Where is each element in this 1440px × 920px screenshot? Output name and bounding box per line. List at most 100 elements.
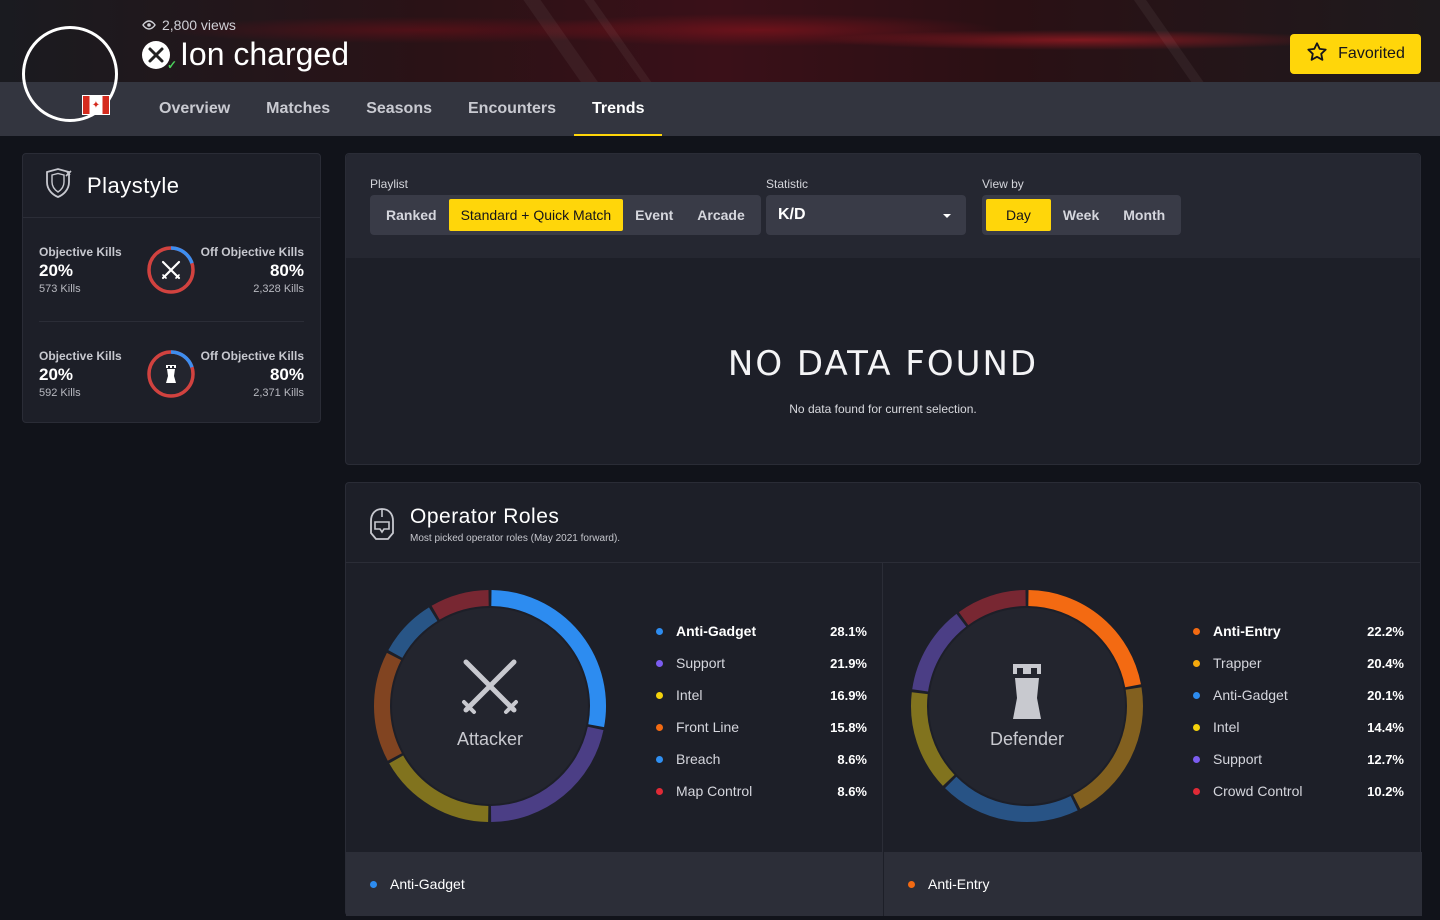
stat-kills: 2,371 Kills (253, 387, 304, 399)
viewby-selector: Day Week Month (982, 195, 1182, 235)
defender-donut-chart: Defender (911, 590, 1143, 822)
legend-item: Breach 8.6% (656, 743, 870, 775)
legend-value: 28.1% (830, 623, 867, 639)
legend-value: 15.8% (830, 719, 867, 735)
legend-name: Front Line (676, 719, 740, 735)
defender-top-role[interactable]: Anti-Entry (883, 852, 1421, 916)
statistic-value: K/D (778, 206, 806, 223)
statistic-label: Statistic (766, 177, 809, 191)
viewby-option-day[interactable]: Day (986, 199, 1051, 231)
xbox-icon: ✓ (142, 40, 177, 72)
roles-footer: Anti-Gadget Anti-Entry (346, 852, 1422, 916)
tab-overview[interactable]: Overview (141, 82, 248, 136)
legend-name: Trapper (1213, 655, 1262, 671)
view-count-text: 2,800 views (162, 17, 236, 33)
legend-value: 20.1% (1367, 687, 1404, 703)
favorite-label: Favorited (1338, 45, 1405, 62)
top-role-name: Anti-Gadget (390, 876, 465, 892)
legend-name: Support (1213, 751, 1263, 767)
legend-item: Anti-Entry 22.2% (1193, 615, 1407, 647)
operator-roles-card: Operator Roles Most picked operator role… (345, 482, 1422, 916)
playlist-option-standard[interactable]: Standard + Quick Match (448, 199, 624, 231)
legend-item: Crowd Control 10.2% (1193, 775, 1407, 807)
player-title: ✓ Ion charged (142, 36, 349, 73)
stat-percent: 20% (39, 261, 74, 280)
viewby-option-month[interactable]: Month (1111, 199, 1177, 231)
tab-trends[interactable]: Trends (574, 82, 663, 136)
attacker-donut-chart: Attacker (374, 590, 606, 822)
legend-dot (1193, 723, 1200, 731)
legend-name: Intel (1213, 719, 1240, 735)
no-data-title: NO DATA FOUND (727, 344, 1039, 384)
legend-value: 12.7% (1367, 751, 1404, 767)
favorite-button[interactable]: Favorited (1290, 34, 1421, 74)
legend-name: Intel (676, 687, 703, 703)
legend-dot (1193, 755, 1200, 763)
legend-value: 22.2% (1367, 623, 1404, 639)
legend-item: Support 12.7% (1193, 743, 1407, 775)
shield-sword-icon (41, 166, 75, 205)
legend-dot (1193, 691, 1200, 699)
top-role-name: Anti-Entry (928, 876, 990, 892)
legend-name: Anti-Entry (1213, 623, 1281, 639)
legend-name: Breach (676, 751, 721, 767)
legend-value: 16.9% (830, 687, 867, 703)
legend-item: Anti-Gadget 20.1% (1193, 679, 1407, 711)
legend-name: Anti-Gadget (1213, 687, 1288, 703)
stat-label: Objective Kills (39, 245, 122, 259)
legend-item: Anti-Gadget 28.1% (656, 615, 870, 647)
legend-dot (1193, 787, 1200, 795)
profile-tabs: Overview Matches Seasons Encounters Tren… (141, 82, 663, 136)
tab-matches[interactable]: Matches (248, 82, 348, 136)
legend-dot (1193, 627, 1200, 635)
legend-dot (370, 880, 377, 888)
operator-roles-title: Operator Roles (410, 505, 560, 528)
legend-item: Intel 14.4% (1193, 711, 1407, 743)
legend-dot (908, 880, 915, 888)
playstyle-title: Playstyle (87, 172, 180, 198)
attacker-legend: Anti-Gadget 28.1% Support 21.9% Intel 16… (656, 615, 870, 807)
viewby-option-week[interactable]: Week (1051, 199, 1111, 231)
legend-dot (656, 755, 663, 763)
legend-dot (656, 723, 663, 731)
attacker-top-role[interactable]: Anti-Gadget (346, 852, 883, 916)
view-count: 2,800 views (142, 17, 236, 33)
playlist-option-arcade[interactable]: Arcade (685, 199, 756, 231)
stat-kills: 2,328 Kills (253, 283, 304, 295)
playstyle-header: Playstyle (23, 154, 320, 218)
playlist-label: Playlist (370, 177, 409, 191)
defender-label: Defender (990, 729, 1064, 749)
attacker-label: Attacker (457, 729, 523, 749)
playstyle-row-defense: Objective Kills 20% 592 Kills Off Object… (39, 321, 304, 424)
stat-percent: 20% (39, 365, 74, 384)
tab-seasons[interactable]: Seasons (348, 82, 450, 136)
playstyle-card: Playstyle Objective Kills 20% 573 Kills … (22, 153, 321, 423)
operator-roles-header: Operator Roles Most picked operator role… (346, 483, 1420, 563)
legend-dot (1193, 659, 1200, 667)
trend-filters: Playlist Ranked Standard + Quick Match E… (346, 154, 1420, 258)
legend-value: 14.4% (1367, 719, 1404, 735)
objective-ratio-ring (147, 350, 195, 398)
stat-label: Objective Kills (39, 349, 122, 363)
legend-value: 20.4% (1367, 655, 1404, 671)
legend-dot (656, 627, 663, 635)
star-icon (1306, 41, 1328, 68)
playlist-option-ranked[interactable]: Ranked (374, 199, 449, 231)
stat-label: Off Objective Kills (200, 245, 304, 259)
legend-dot (656, 659, 663, 667)
eye-icon (142, 17, 156, 33)
off-objective-kills-stat: Off Objective Kills 80% 2,328 Kills (201, 245, 304, 295)
objective-ratio-ring (147, 246, 195, 294)
legend-value: 8.6% (837, 751, 867, 767)
stat-percent: 80% (269, 365, 304, 384)
stat-label: Off Objective Kills (200, 349, 304, 363)
statistic-dropdown[interactable]: K/D (766, 195, 966, 235)
helmet-icon (368, 507, 396, 546)
stat-percent: 80% (269, 261, 304, 280)
no-data-message: No data found for current selection. (789, 402, 977, 416)
stat-kills: 592 Kills (39, 387, 81, 399)
playlist-option-event[interactable]: Event (623, 199, 685, 231)
legend-item: Intel 16.9% (656, 679, 870, 711)
tab-encounters[interactable]: Encounters (450, 82, 574, 136)
stat-kills: 573 Kills (39, 283, 81, 295)
